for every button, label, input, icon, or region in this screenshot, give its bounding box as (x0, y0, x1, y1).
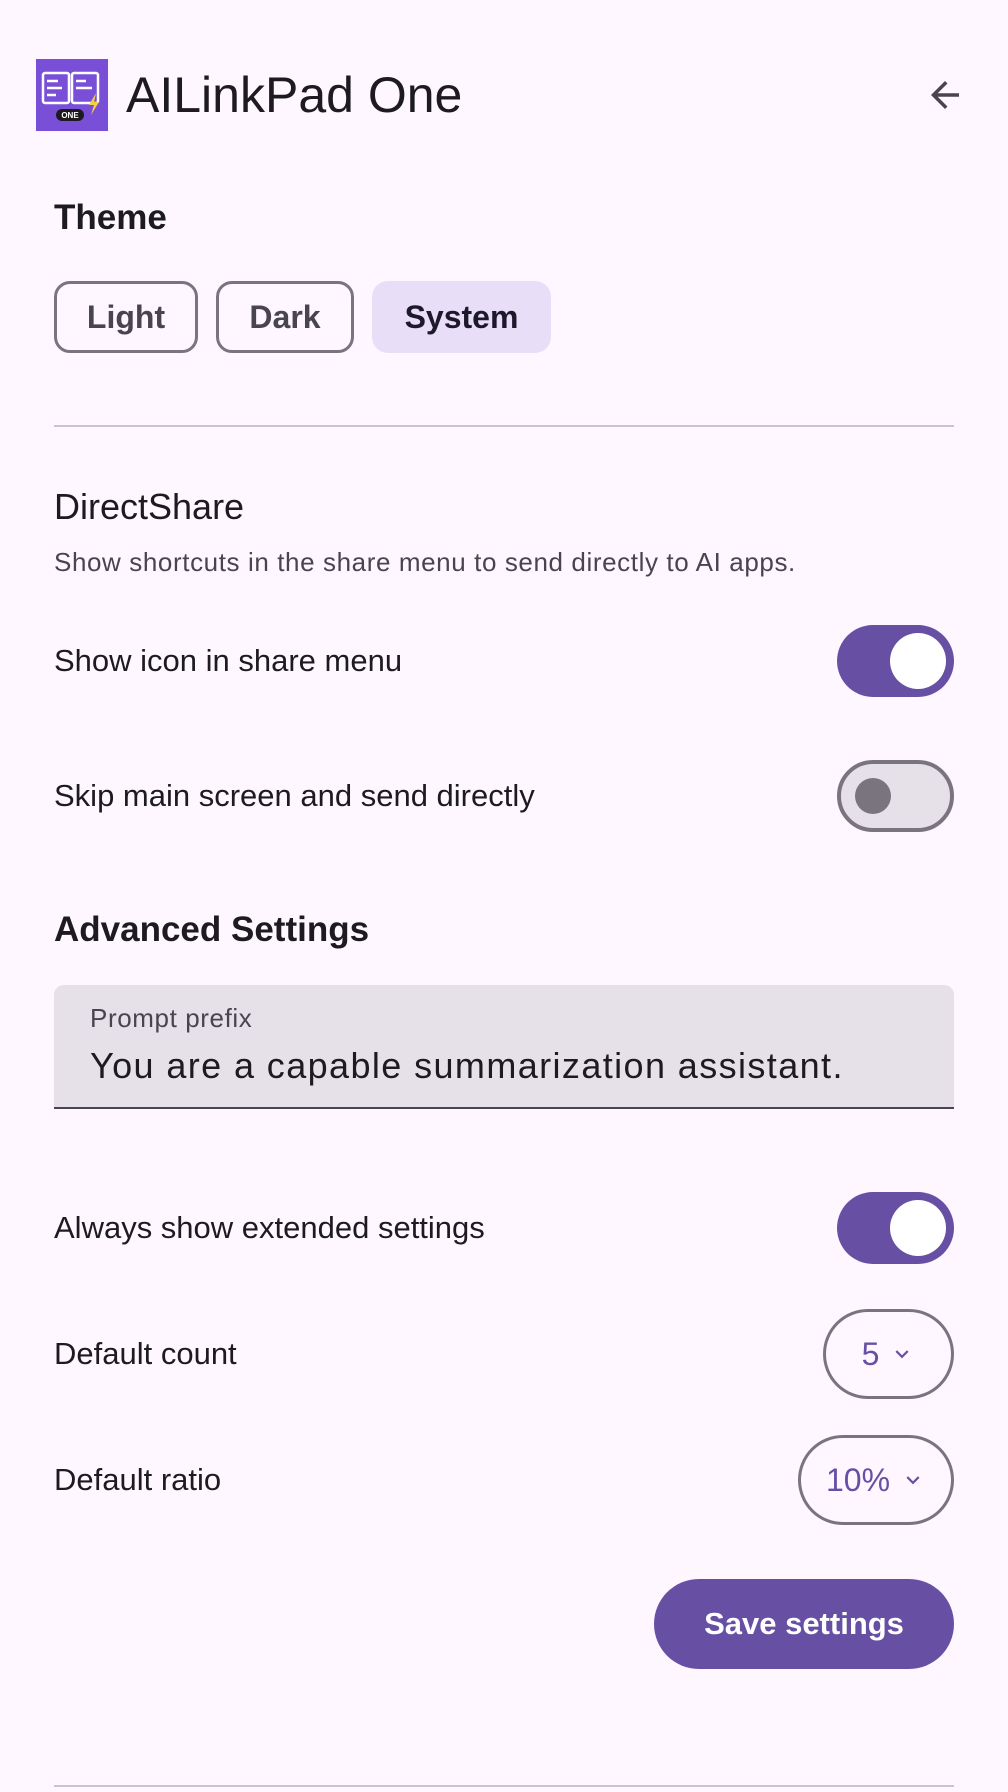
chevron-down-icon (900, 1467, 926, 1493)
advanced-section-title: Advanced Settings (54, 910, 370, 949)
back-button[interactable] (912, 66, 978, 124)
theme-dark-button[interactable]: Dark (216, 281, 354, 353)
prompt-prefix-field[interactable]: Prompt prefix You are a capable summariz… (54, 985, 954, 1109)
app-title: AILinkPad One (126, 67, 463, 123)
chevron-down-icon (889, 1341, 915, 1367)
prompt-prefix-label: Prompt prefix (90, 1003, 253, 1033)
extended-settings-label: Always show extended settings (54, 1210, 485, 1245)
bottom-divider (54, 1785, 954, 1787)
directshare-section-title: DirectShare (54, 486, 245, 527)
default-ratio-dropdown[interactable]: 10% (798, 1435, 954, 1525)
settings-screen: ONE AILinkPad One Theme Light Dark Syste… (0, 0, 1008, 1792)
prompt-prefix-input[interactable]: You are a capable summarization assistan… (90, 1045, 844, 1087)
switch-thumb (890, 633, 946, 689)
theme-section-title: Theme (54, 198, 167, 237)
arrow-back-icon (931, 81, 959, 109)
default-count-dropdown[interactable]: 5 (823, 1309, 954, 1399)
skip-main-switch[interactable] (837, 760, 954, 832)
switch-thumb (855, 778, 891, 814)
directshare-description: Show shortcuts in the share menu to send… (54, 547, 796, 577)
save-settings-button[interactable]: Save settings (654, 1579, 954, 1669)
switch-thumb (890, 1200, 946, 1256)
section-divider (54, 425, 954, 427)
theme-light-button[interactable]: Light (54, 281, 198, 353)
default-ratio-value: 10% (825, 1461, 891, 1498)
default-ratio-label: Default ratio (54, 1462, 222, 1497)
app-logo-icon: ONE (36, 59, 108, 131)
show-icon-label: Show icon in share menu (54, 643, 403, 678)
default-count-label: Default count (54, 1336, 237, 1371)
default-count-value: 5 (861, 1335, 880, 1372)
extended-settings-switch[interactable] (837, 1192, 954, 1264)
show-icon-switch[interactable] (837, 625, 954, 697)
theme-system-button[interactable]: System (372, 281, 551, 353)
app-logo-badge: ONE (61, 111, 79, 120)
skip-main-label: Skip main screen and send directly (54, 778, 535, 813)
